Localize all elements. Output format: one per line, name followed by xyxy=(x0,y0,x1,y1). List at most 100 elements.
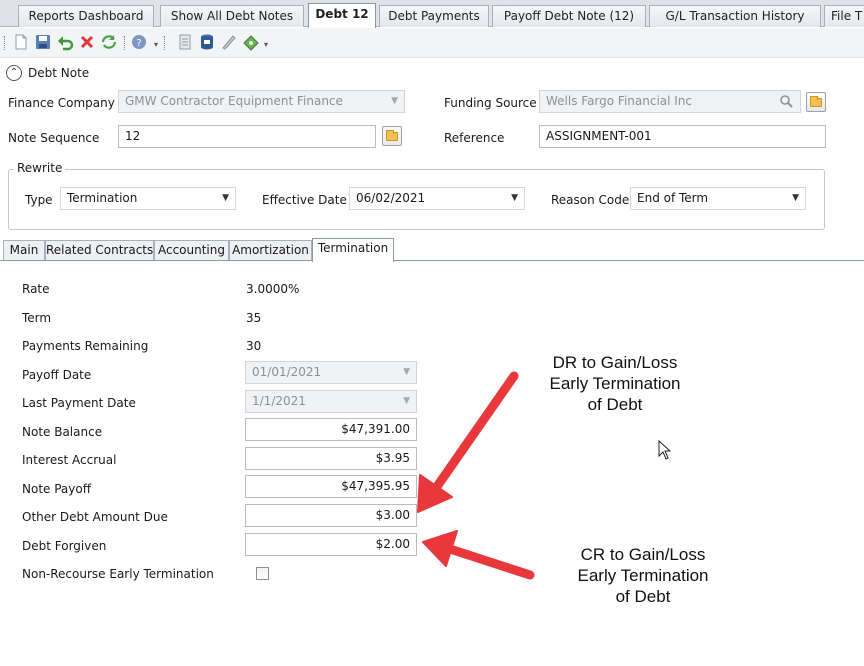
tab-gl-transaction-history[interactable]: G/L Transaction History xyxy=(649,5,821,27)
tab-main[interactable]: Main xyxy=(3,240,45,260)
interest-accrual-value: $3.95 xyxy=(375,451,410,465)
tab-label: Amortization xyxy=(232,243,309,257)
tab-debt-12[interactable]: Debt 12 xyxy=(308,3,376,28)
svg-text:?: ? xyxy=(136,38,141,49)
reference-label: Reference xyxy=(444,131,505,145)
mouse-cursor-icon xyxy=(658,439,672,460)
money-icon[interactable] xyxy=(242,33,260,51)
tab-related-contracts[interactable]: Related Contracts xyxy=(45,240,154,260)
tab-reports-dashboard[interactable]: Reports Dashboard xyxy=(18,5,154,27)
debt-note-section-header[interactable]: ⌃ Debt Note xyxy=(6,64,89,82)
tab-show-all-debt-notes[interactable]: Show All Debt Notes xyxy=(160,5,304,27)
tab-label: Reports Dashboard xyxy=(28,9,144,23)
search-icon[interactable] xyxy=(779,94,794,109)
dr-annotation-line: of Debt xyxy=(587,395,643,414)
notes-icon[interactable] xyxy=(176,33,194,51)
dr-arrow xyxy=(417,371,519,513)
type-select[interactable]: Termination ▼ xyxy=(60,187,236,210)
note-balance-field[interactable]: $47,391.00 xyxy=(245,418,417,441)
detail-tab-strip: Main Related Contracts Accounting Amorti… xyxy=(0,238,864,262)
tab-label: Debt 12 xyxy=(315,7,369,21)
cr-annotation-line: Early Termination xyxy=(577,566,709,585)
finance-company-select[interactable]: GMW Contractor Equipment Finance ▼ xyxy=(118,90,405,113)
other-debt-amount-label: Other Debt Amount Due xyxy=(22,510,168,524)
note-balance-label: Note Balance xyxy=(22,425,103,439)
reference-field[interactable]: ASSIGNMENT-001 xyxy=(539,125,826,148)
last-payment-date-picker[interactable]: 1/1/2021 ▼ xyxy=(245,390,417,413)
other-debt-amount-field[interactable]: $3.00 xyxy=(245,504,417,527)
last-payment-date-value: 1/1/2021 xyxy=(252,394,306,408)
chevron-down-icon: ▼ xyxy=(403,367,410,377)
payments-remaining-value: 30 xyxy=(246,339,262,353)
non-recourse-checkbox[interactable] xyxy=(256,567,269,580)
cr-arrow xyxy=(422,530,535,580)
section-title: Debt Note xyxy=(28,66,90,80)
chevron-down-icon: ▼ xyxy=(792,193,799,203)
pen-icon[interactable] xyxy=(220,33,238,51)
undo-icon[interactable] xyxy=(56,33,74,51)
refresh-icon[interactable] xyxy=(100,33,118,51)
collapse-icon[interactable]: ⌃ xyxy=(6,65,22,81)
tab-file[interactable]: File T xyxy=(824,5,864,27)
other-debt-amount-value: $3.00 xyxy=(375,508,410,522)
tab-debt-payments[interactable]: Debt Payments xyxy=(379,5,489,27)
cr-annotation-line: of Debt xyxy=(615,587,671,606)
interest-accrual-field[interactable]: $3.95 xyxy=(245,447,417,470)
note-payoff-field[interactable]: $47,395.95 xyxy=(245,475,417,498)
tab-label: Termination xyxy=(317,241,389,255)
chevron-down-icon: ▼ xyxy=(403,396,410,406)
new-icon[interactable] xyxy=(12,33,30,51)
reference-value: ASSIGNMENT-001 xyxy=(546,129,652,143)
payments-remaining-label: Payments Remaining xyxy=(22,339,149,353)
effective-date-label: Effective Date xyxy=(262,193,347,207)
tab-amortization[interactable]: Amortization xyxy=(229,240,312,260)
debt-forgiven-value: $2.00 xyxy=(375,537,410,551)
folder-icon xyxy=(810,95,822,107)
reason-code-select[interactable]: End of Term ▼ xyxy=(630,187,806,210)
non-recourse-label: Non-Recourse Early Termination xyxy=(22,567,214,581)
debt-forgiven-field[interactable]: $2.00 xyxy=(245,533,417,556)
term-label: Term xyxy=(22,311,52,325)
debt-forgiven-label: Debt Forgiven xyxy=(22,539,107,553)
toolbar-separator xyxy=(124,36,128,50)
effective-date-picker[interactable]: 06/02/2021 ▼ xyxy=(349,187,525,210)
note-payoff-value: $47,395.95 xyxy=(341,479,410,493)
effective-date-value: 06/02/2021 xyxy=(356,191,426,205)
document-tab-strip: Reports Dashboard Show All Debt Notes De… xyxy=(0,0,864,28)
toolbar-overflow-icon[interactable]: ▾ xyxy=(264,41,270,49)
tab-termination[interactable]: Termination xyxy=(312,238,394,262)
toolbar: ? ▾ ▾ xyxy=(0,28,864,58)
note-sequence-lookup-button[interactable] xyxy=(382,126,402,146)
delete-icon[interactable] xyxy=(78,33,96,51)
payoff-date-value: 01/01/2021 xyxy=(252,365,322,379)
payoff-date-picker[interactable]: 01/01/2021 ▼ xyxy=(245,361,417,384)
cr-annotation: CR to Gain/Loss Early Termination of Deb… xyxy=(543,544,743,607)
chevron-down-icon: ▼ xyxy=(391,96,398,106)
database-icon[interactable] xyxy=(198,33,216,51)
reason-code-value: End of Term xyxy=(637,191,709,205)
chevron-down-icon: ▼ xyxy=(222,193,229,203)
dr-annotation-line: DR to Gain/Loss xyxy=(552,353,678,372)
note-sequence-field[interactable]: 12 xyxy=(118,125,376,148)
funding-source-lookup-button[interactable] xyxy=(806,92,826,112)
funding-source-label: Funding Source xyxy=(444,96,537,110)
tab-label: File T xyxy=(831,9,863,23)
cr-annotation-line: CR to Gain/Loss xyxy=(580,545,706,564)
type-label: Type xyxy=(25,193,53,207)
toolbar-overflow-icon[interactable]: ▾ xyxy=(154,41,160,49)
save-icon[interactable] xyxy=(34,33,52,51)
note-sequence-label: Note Sequence xyxy=(8,131,100,145)
rate-label: Rate xyxy=(22,282,50,296)
tab-label: Related Contracts xyxy=(46,243,154,257)
toolbar-grip xyxy=(4,36,8,50)
funding-source-field[interactable]: Wells Fargo Financial Inc xyxy=(539,90,801,113)
help-icon[interactable]: ? xyxy=(130,33,148,51)
last-payment-date-label: Last Payment Date xyxy=(22,396,136,410)
tab-accounting[interactable]: Accounting xyxy=(154,240,229,260)
finance-company-value: GMW Contractor Equipment Finance xyxy=(125,94,343,108)
rate-value: 3.0000% xyxy=(246,282,300,296)
chevron-down-icon: ▼ xyxy=(511,193,518,203)
tab-label: Accounting xyxy=(157,243,225,257)
note-payoff-label: Note Payoff xyxy=(22,482,91,496)
tab-payoff-debt-note[interactable]: Payoff Debt Note (12) xyxy=(492,5,646,27)
